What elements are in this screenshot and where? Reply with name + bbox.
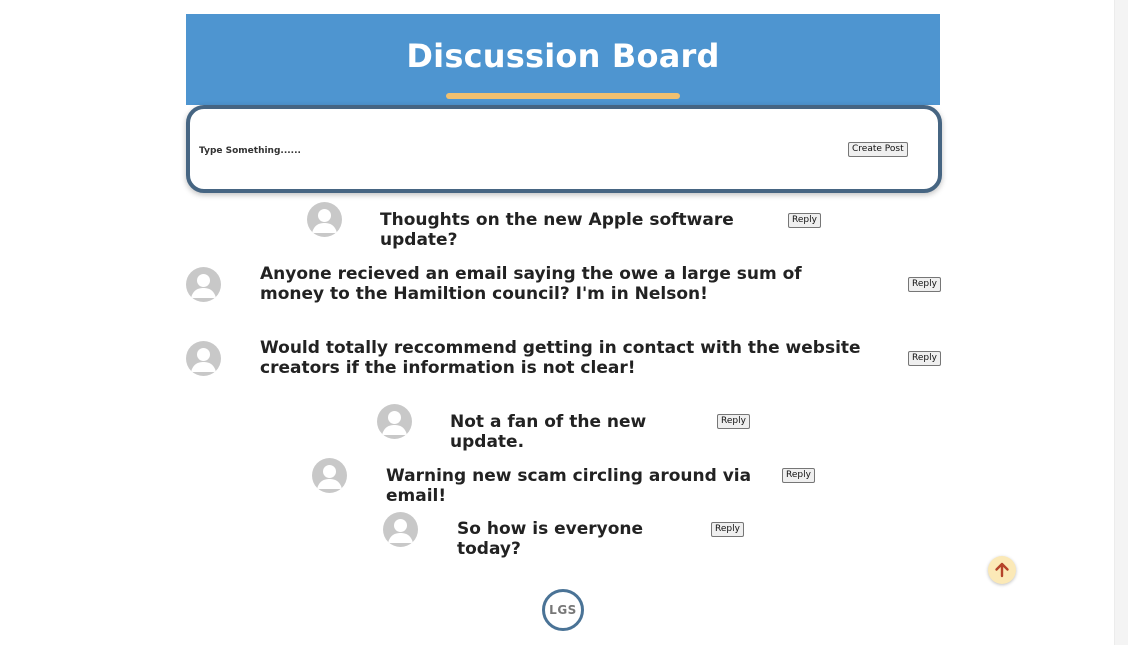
reply-button[interactable]: Reply [782, 468, 815, 483]
board-header: Discussion Board [186, 14, 940, 105]
user-avatar-icon [383, 512, 418, 547]
reply-button[interactable]: Reply [711, 522, 744, 537]
post-item: Warning new scam circling around via ema… [312, 458, 822, 506]
post-item: Anyone recieved an email saying the owe … [186, 264, 941, 306]
user-avatar-icon [186, 267, 221, 302]
page-scrollbar[interactable] [1114, 0, 1128, 645]
create-post-button[interactable]: Create Post [848, 142, 908, 157]
back-to-top-button[interactable] [988, 556, 1016, 584]
footer-logo: LGS [542, 589, 584, 631]
reply-button[interactable]: Reply [908, 277, 941, 292]
user-avatar-icon [312, 458, 347, 493]
post-text: Thoughts on the new Apple software updat… [380, 210, 734, 250]
post-text: Not a fan of the new update. [450, 412, 647, 452]
post-item: Not a fan of the new update. Reply [377, 404, 757, 452]
title-underline [446, 93, 680, 99]
arrow-up-icon [995, 562, 1009, 578]
post-item: Thoughts on the new Apple software updat… [307, 202, 827, 250]
post-text: Anyone recieved an email saying the owe … [260, 264, 802, 304]
post-item: So how is everyone today? Reply [383, 512, 753, 559]
user-avatar-icon [186, 341, 221, 376]
reply-button[interactable]: Reply [717, 414, 750, 429]
page-title: Discussion Board [406, 37, 720, 75]
post-input[interactable] [199, 143, 799, 159]
reply-button[interactable]: Reply [788, 213, 821, 228]
user-avatar-icon [307, 202, 342, 237]
post-item: Would totally reccommend getting in cont… [186, 338, 941, 380]
discussion-board: Discussion Board Create Post [186, 14, 942, 193]
user-avatar-icon [377, 404, 412, 439]
post-text: So how is everyone today? [457, 519, 644, 559]
post-composer: Create Post [186, 105, 942, 193]
post-text: Warning new scam circling around via ema… [386, 466, 752, 506]
post-text: Would totally reccommend getting in cont… [260, 338, 861, 378]
reply-button[interactable]: Reply [908, 351, 941, 366]
